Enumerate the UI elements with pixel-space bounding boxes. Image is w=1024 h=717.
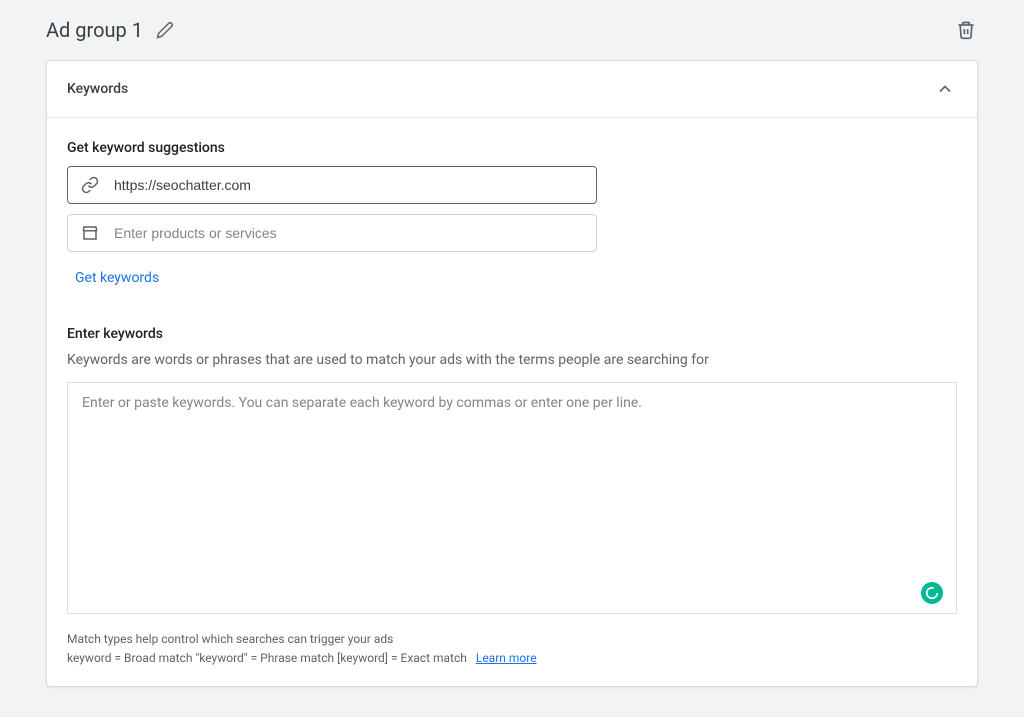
url-input[interactable]	[114, 177, 584, 193]
storefront-icon	[80, 223, 100, 243]
page-title: Ad group 1	[46, 18, 143, 42]
keywords-card: Keywords Get keyword suggestions	[46, 60, 978, 687]
enter-keywords-helper: Keywords are words or phrases that are u…	[67, 352, 957, 368]
page-header: Ad group 1	[46, 18, 978, 42]
section-title: Keywords	[67, 81, 128, 97]
section-header[interactable]: Keywords	[47, 61, 977, 118]
keywords-textarea[interactable]	[67, 382, 957, 614]
section-body: Get keyword suggestions	[47, 118, 977, 686]
get-keywords-link[interactable]: Get keywords	[75, 270, 159, 286]
chevron-up-icon[interactable]	[933, 77, 957, 101]
match-types-help: Match types help control which searches …	[67, 630, 957, 668]
products-input-row[interactable]	[67, 214, 597, 252]
delete-icon[interactable]	[954, 18, 978, 42]
link-icon	[80, 175, 100, 195]
url-input-row[interactable]	[67, 166, 597, 204]
products-input[interactable]	[114, 225, 584, 241]
edit-icon[interactable]	[153, 18, 177, 42]
grammarly-icon[interactable]	[921, 582, 943, 604]
learn-more-link[interactable]: Learn more	[476, 651, 537, 665]
help-line-2: keyword = Broad match "keyword" = Phrase…	[67, 651, 467, 665]
enter-keywords-heading: Enter keywords	[67, 326, 957, 342]
help-line-1: Match types help control which searches …	[67, 630, 957, 649]
suggestions-heading: Get keyword suggestions	[67, 140, 957, 156]
